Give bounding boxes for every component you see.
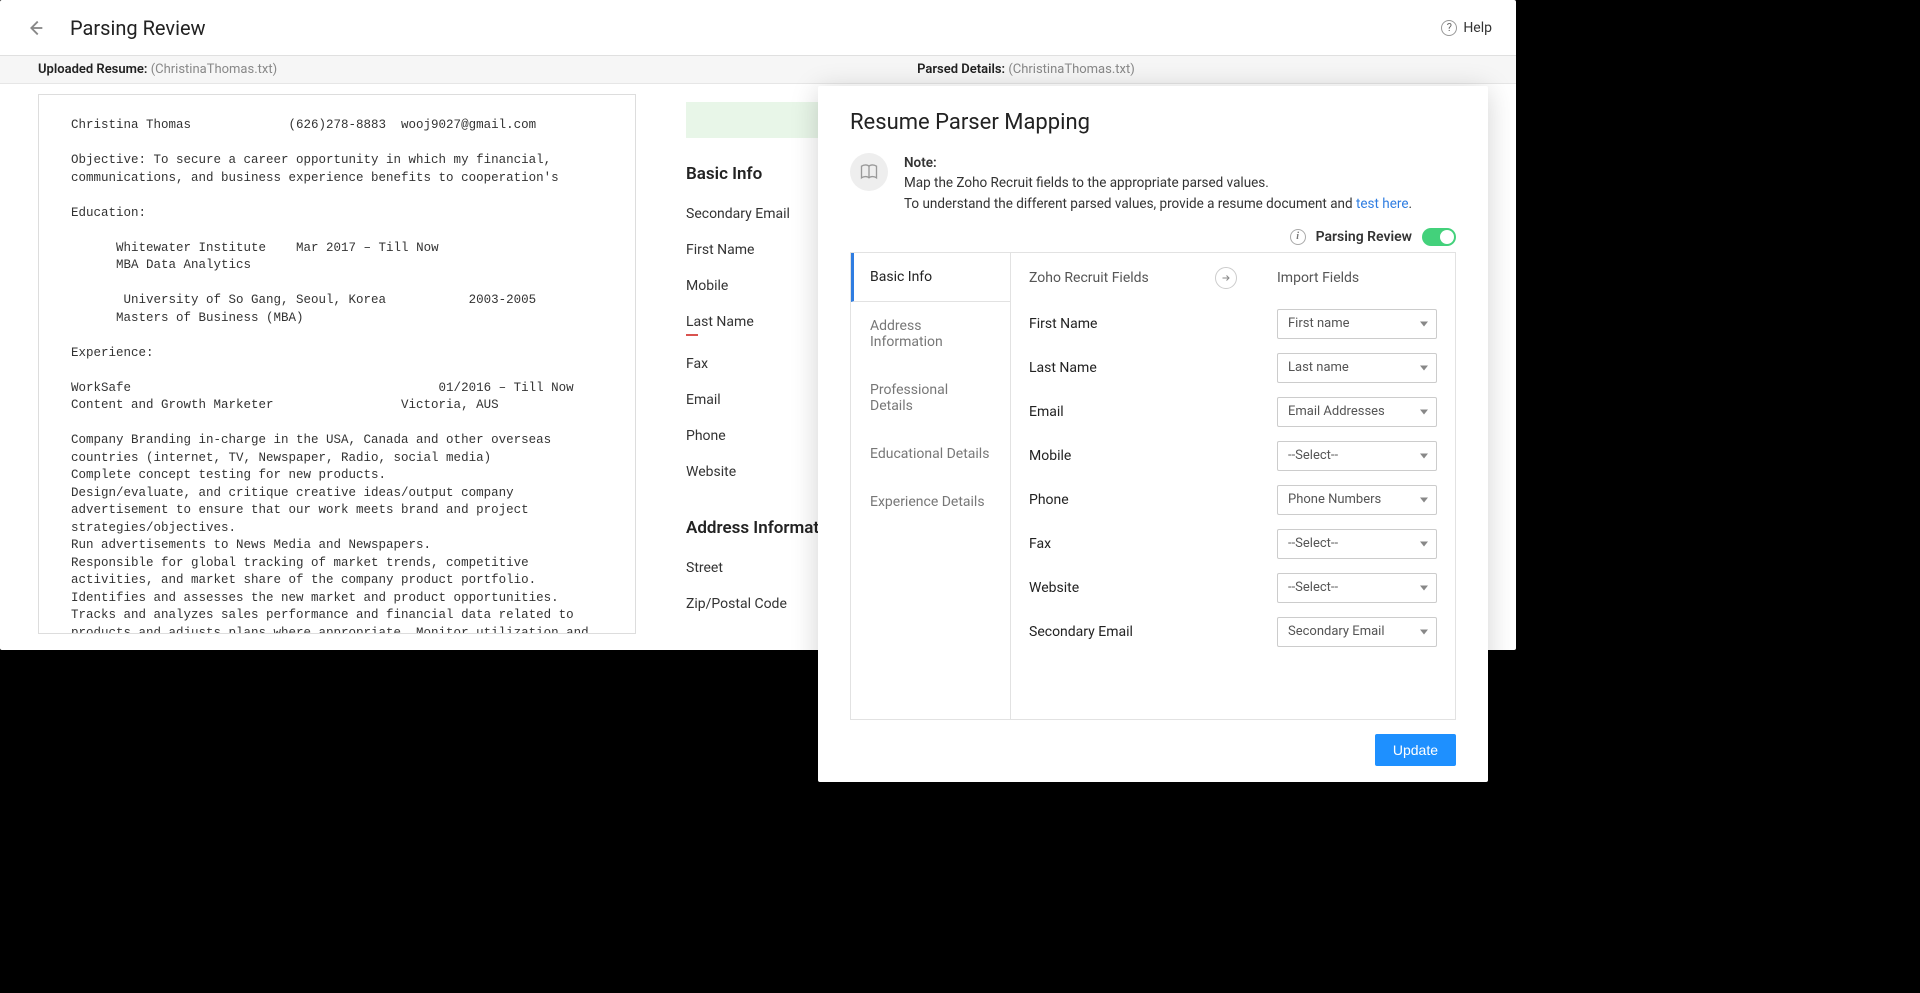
import-field-select[interactable]: Secondary Email [1277, 617, 1437, 647]
parsed-details-label: Parsed Details: (ChristinaThomas.txt) [917, 62, 1135, 77]
mapping-row: First Name First name [1029, 309, 1437, 339]
field-label: Secondary Email [1029, 624, 1133, 640]
field-label: Website [1029, 580, 1079, 596]
arrow-right-icon [1215, 267, 1237, 289]
import-field-select[interactable]: --Select-- [1277, 441, 1437, 471]
field-label: Mobile [1029, 448, 1071, 464]
parsing-review-toggle-row: i Parsing Review [850, 228, 1456, 246]
mapping-tab[interactable]: Experience Details [851, 478, 1010, 526]
mapping-row: Email Email Addresses [1029, 397, 1437, 427]
mapping-row: Website --Select-- [1029, 573, 1437, 603]
mapping-header: Zoho Recruit Fields Import Fields [1029, 267, 1437, 289]
back-arrow-icon[interactable] [24, 17, 46, 39]
parsing-review-toggle[interactable] [1422, 228, 1456, 246]
import-field-select[interactable]: Email Addresses [1277, 397, 1437, 427]
mapping-content: Zoho Recruit Fields Import Fields First … [1011, 253, 1455, 719]
field-label: Fax [1029, 536, 1051, 552]
help-link[interactable]: ? Help [1441, 20, 1492, 36]
info-icon[interactable]: i [1290, 229, 1306, 245]
toggle-label: Parsing Review [1316, 229, 1412, 245]
mapping-row: Mobile --Select-- [1029, 441, 1437, 471]
update-button[interactable]: Update [1375, 734, 1456, 766]
test-here-link[interactable]: test here [1356, 196, 1409, 212]
overlay-footer: Update [850, 720, 1456, 766]
import-field-select[interactable]: Phone Numbers [1277, 485, 1437, 515]
field-label: Phone [1029, 492, 1069, 508]
mapping-row: Last Name Last name [1029, 353, 1437, 383]
mapping-tab[interactable]: Educational Details [851, 430, 1010, 478]
book-icon [850, 153, 888, 191]
page-title: Parsing Review [70, 16, 206, 40]
mapping-tab[interactable]: Basic Info [851, 253, 1010, 302]
topbar: Parsing Review ? Help [0, 0, 1516, 56]
import-field-select[interactable]: --Select-- [1277, 573, 1437, 603]
resume-text-box: Christina Thomas (626)278-8883 wooj9027@… [38, 94, 636, 634]
import-field-select[interactable]: Last name [1277, 353, 1437, 383]
mapping-row: Fax --Select-- [1029, 529, 1437, 559]
mapping-tab[interactable]: Professional Details [851, 366, 1010, 430]
mapping-box: Basic InfoAddress InformationProfessiona… [850, 252, 1456, 720]
note-text: Note: Map the Zoho Recruit fields to the… [904, 153, 1412, 214]
topbar-left: Parsing Review [24, 16, 206, 40]
import-field-select[interactable]: --Select-- [1277, 529, 1437, 559]
col-right-label: Import Fields [1277, 270, 1437, 286]
field-label: Email [1029, 404, 1064, 420]
mapping-row: Phone Phone Numbers [1029, 485, 1437, 515]
import-field-select[interactable]: First name [1277, 309, 1437, 339]
help-icon: ? [1441, 20, 1457, 36]
subheader: Uploaded Resume: (ChristinaThomas.txt) P… [0, 56, 1516, 84]
uploaded-resume-label: Uploaded Resume: (ChristinaThomas.txt) [38, 62, 277, 77]
help-label: Help [1463, 20, 1492, 36]
mapping-rows: First Name First name Last Name Last name Em… [1029, 309, 1437, 647]
mapping-tab[interactable]: Address Information [851, 302, 1010, 366]
overlay-title: Resume Parser Mapping [850, 110, 1456, 135]
field-label: First Name [1029, 316, 1097, 332]
mapping-row: Secondary Email Secondary Email [1029, 617, 1437, 647]
note-row: Note: Map the Zoho Recruit fields to the… [850, 153, 1456, 214]
mapping-tabs: Basic InfoAddress InformationProfessiona… [851, 253, 1011, 719]
field-label: Last Name [1029, 360, 1097, 376]
col-left-label: Zoho Recruit Fields [1029, 270, 1149, 286]
resume-parser-mapping-panel: Resume Parser Mapping Note: Map the Zoho… [818, 86, 1488, 782]
